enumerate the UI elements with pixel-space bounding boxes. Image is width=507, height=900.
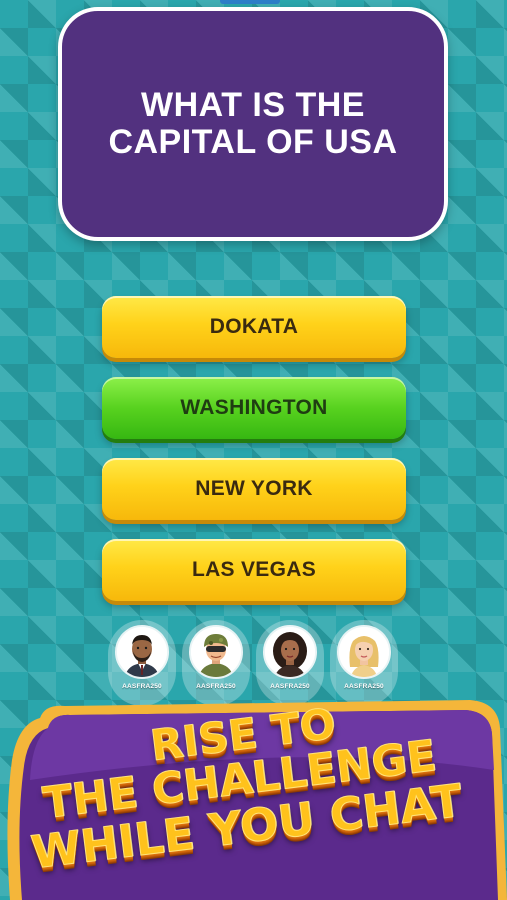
blonde-woman-avatar <box>337 625 391 679</box>
player-card[interactable]: AASFRA250 <box>182 620 250 706</box>
woman-curly-hair-avatar <box>263 625 317 679</box>
question-card: WHAT IS THE CAPITAL OF USA <box>58 7 448 241</box>
answer-list: DOKATA WASHINGTON NEW YORK LAS VEGAS <box>102 296 406 620</box>
man-beard-avatar <box>115 625 169 679</box>
answer-button-4[interactable]: LAS VEGAS <box>102 539 406 601</box>
top-indicator <box>220 0 280 4</box>
answer-button-3[interactable]: NEW YORK <box>102 458 406 520</box>
players-row: AASFRA250 AASFRA250 AASFRA250 AASFRA250 <box>108 620 398 706</box>
answer-button-2-correct[interactable]: WASHINGTON <box>102 377 406 439</box>
player-card[interactable]: AASFRA250 <box>330 620 398 706</box>
player-name: AASFRA250 <box>344 683 384 690</box>
answer-button-1[interactable]: DOKATA <box>102 296 406 358</box>
player-card[interactable]: AASFRA250 <box>256 620 324 706</box>
soldier-avatar <box>189 625 243 679</box>
player-name: AASFRA250 <box>122 683 162 690</box>
promo-slogan: RISE TO THE CHALLENGE WHILE YOU CHAT <box>0 698 507 900</box>
player-name: AASFRA250 <box>196 683 236 690</box>
player-name: AASFRA250 <box>270 683 310 690</box>
player-card[interactable]: AASFRA250 <box>108 620 176 706</box>
question-text: WHAT IS THE CAPITAL OF USA <box>108 86 398 161</box>
